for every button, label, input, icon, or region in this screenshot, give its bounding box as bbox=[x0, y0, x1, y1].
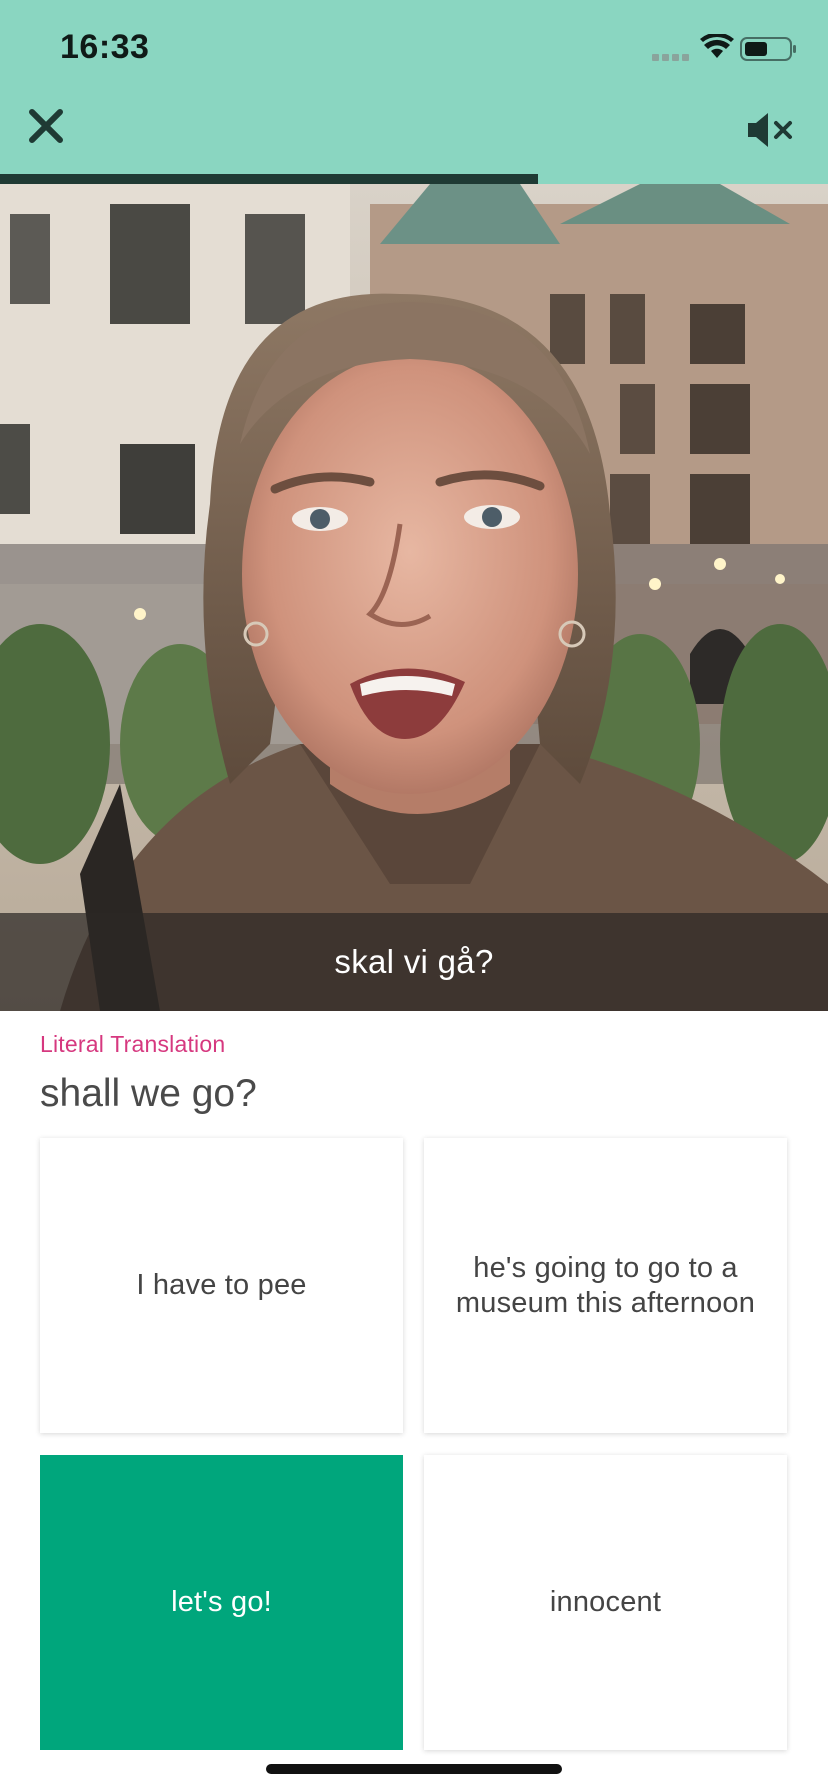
cellular-signal-icon bbox=[652, 54, 692, 62]
literal-translation-text: shall we go? bbox=[40, 1072, 257, 1115]
answer-option-2[interactable]: he's going to go to a museum this aftern… bbox=[424, 1138, 787, 1433]
literal-translation-label: Literal Translation bbox=[40, 1031, 226, 1057]
answer-option-3[interactable]: let's go! bbox=[40, 1455, 403, 1750]
answer-option-label: I have to pee bbox=[136, 1269, 307, 1301]
answer-option-label: innocent bbox=[549, 1586, 662, 1618]
status-time: 16:33 bbox=[60, 28, 150, 66]
battery-icon bbox=[740, 37, 796, 61]
answer-option-label: he's going to go to a museum this aftern… bbox=[455, 1251, 756, 1319]
top-bar: 16:33 bbox=[0, 0, 828, 184]
video-player[interactable]: skal vi gå? bbox=[0, 184, 828, 1011]
video-frame bbox=[0, 184, 828, 1011]
answer-option-label: let's go! bbox=[171, 1586, 272, 1618]
mute-button[interactable] bbox=[744, 110, 800, 150]
answer-option-1[interactable]: I have to pee bbox=[40, 1138, 403, 1433]
answer-option-4[interactable]: innocent bbox=[424, 1455, 787, 1750]
wifi-icon bbox=[700, 34, 734, 58]
close-button[interactable] bbox=[24, 104, 68, 148]
subtitle-bar: skal vi gå? bbox=[0, 913, 828, 1011]
speaker-muted-icon bbox=[748, 113, 792, 147]
video-subtitle: skal vi gå? bbox=[334, 943, 494, 980]
close-icon bbox=[29, 109, 63, 143]
progress-fill bbox=[0, 174, 539, 184]
lesson-progress-bar bbox=[0, 174, 828, 184]
home-indicator bbox=[266, 1764, 562, 1774]
